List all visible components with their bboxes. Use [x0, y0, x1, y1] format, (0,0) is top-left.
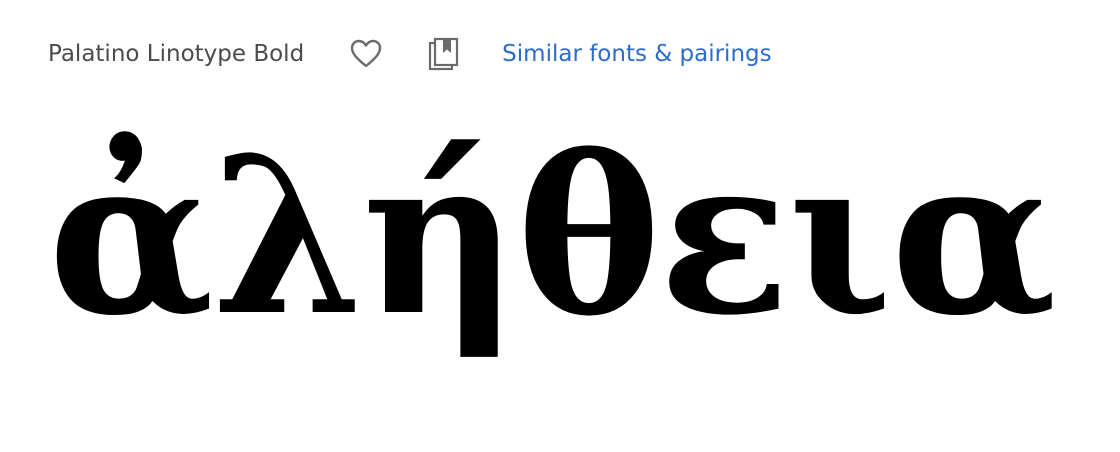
add-to-collection-button[interactable]	[426, 36, 462, 72]
collection-icon	[429, 37, 459, 71]
font-name-label: Palatino Linotype Bold	[48, 41, 305, 67]
similar-fonts-link[interactable]: Similar fonts & pairings	[502, 41, 771, 67]
font-sample-text: ἀλήθεια	[48, 109, 1057, 363]
font-header: Palatino Linotype Bold Similar fonts & p…	[48, 32, 772, 76]
favorite-button[interactable]	[348, 36, 384, 72]
heart-icon	[350, 39, 382, 68]
